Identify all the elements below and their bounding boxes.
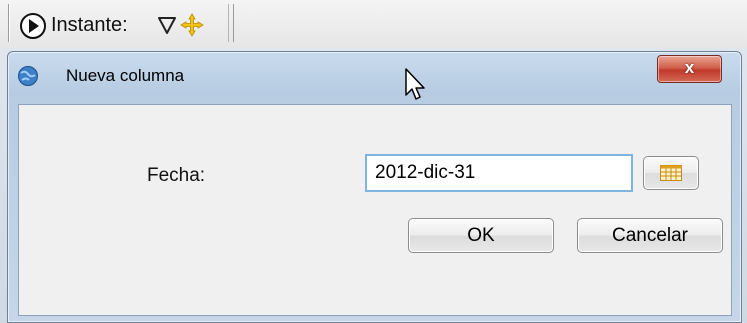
dialog-title: Nueva columna: [66, 66, 185, 85]
close-button[interactable]: x: [657, 55, 722, 83]
fecha-input[interactable]: [365, 154, 633, 192]
toolbar: Instante:: [0, 0, 747, 49]
close-icon: x: [684, 58, 695, 77]
ok-button[interactable]: OK: [408, 218, 554, 253]
nueva-columna-dialog: Nueva columna x Fecha: OK Cancelar: [7, 51, 742, 323]
toolbar-separator: [228, 4, 229, 42]
filter-triangle-icon[interactable]: [157, 15, 177, 35]
instante-toolbar-group: Instante:: [8, 4, 234, 42]
instante-label: Instante:: [51, 14, 128, 36]
app-globe-icon: [18, 66, 38, 86]
calendar-button[interactable]: [643, 156, 699, 190]
dialog-content: Fecha: OK Cancelar: [18, 104, 732, 316]
mouse-cursor-icon: [405, 68, 425, 100]
cancel-button[interactable]: Cancelar: [577, 218, 723, 253]
calendar-icon: [660, 165, 682, 181]
play-circle-icon[interactable]: [19, 12, 47, 40]
fecha-label: Fecha:: [147, 165, 206, 186]
move-cross-icon[interactable]: [180, 13, 204, 37]
